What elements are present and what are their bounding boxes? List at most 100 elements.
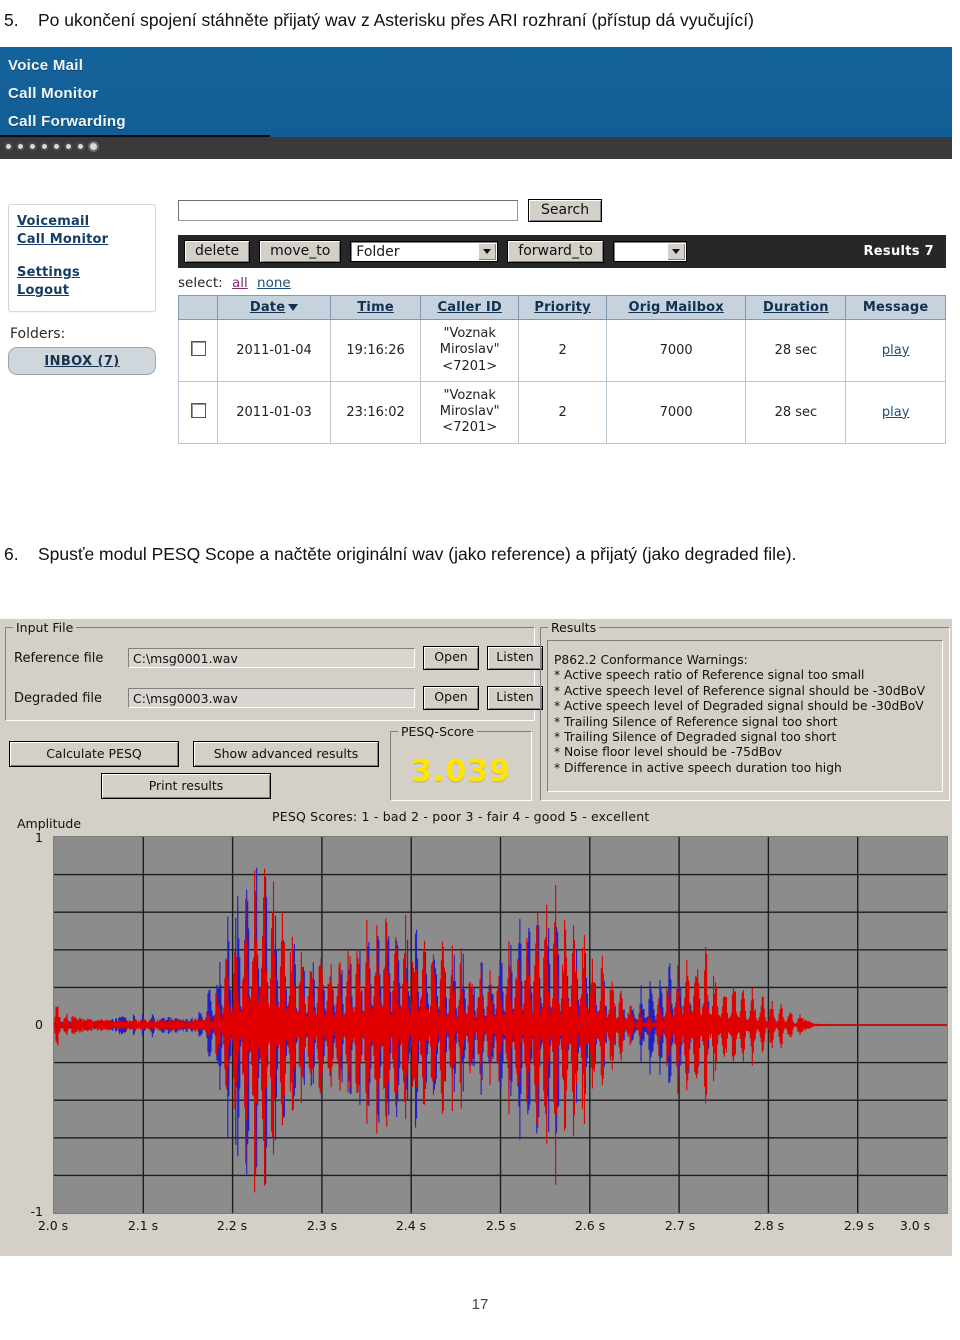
reference-file-input[interactable]: C:\msg0001.wav: [128, 648, 415, 668]
header-link-voice-mail[interactable]: Voice Mail: [8, 57, 83, 74]
column-header-checkbox: [178, 295, 218, 320]
cell-priority: 2: [518, 319, 607, 382]
results-caption: Results: [548, 620, 600, 635]
column-header-duration[interactable]: Duration: [745, 295, 847, 320]
row-checkbox[interactable]: [190, 402, 206, 418]
delete-button[interactable]: delete: [184, 240, 251, 263]
calculate-pesq-button[interactable]: Calculate PESQ: [9, 741, 179, 767]
forward-to-button[interactable]: forward_to: [507, 240, 604, 263]
cell-caller-id: "Voznak Miroslav" <7201>: [420, 319, 520, 382]
x-tick-2: 2.2 s: [216, 1218, 248, 1233]
chevron-down-icon[interactable]: [667, 243, 685, 260]
results-line: P862.2 Conformance Warnings:: [554, 653, 748, 667]
voicemail-header: Voice Mail Call Monitor Call Forwarding: [0, 47, 952, 138]
y-axis-label: Amplitude: [17, 816, 82, 831]
degraded-file-input[interactable]: C:\msg0003.wav: [128, 688, 415, 708]
select-none-link[interactable]: none: [257, 275, 291, 291]
degraded-open-button[interactable]: Open: [423, 686, 479, 710]
voicemail-sidebar: Voicemail Call Monitor Settings Logout F…: [8, 204, 156, 375]
pesq-scope-screenshot: Input File Reference file C:\msg0001.wav…: [0, 619, 952, 1256]
row-checkbox-cell[interactable]: [178, 319, 218, 382]
sidebar-item-logout[interactable]: Logout: [17, 283, 147, 298]
play-link[interactable]: play: [882, 405, 910, 420]
x-tick-7: 2.7 s: [664, 1218, 696, 1233]
cell-caller-id: "Voznak Miroslav" <7201>: [420, 380, 520, 444]
header-link-call-forwarding[interactable]: Call Forwarding: [8, 113, 126, 130]
results-line: * Active speech level of Degraded signal…: [554, 699, 924, 714]
reference-file-label: Reference file: [14, 650, 104, 666]
results-textbox[interactable]: P862.2 Conformance Warnings: * Active sp…: [547, 640, 943, 792]
sidebar-item-settings[interactable]: Settings: [17, 265, 147, 280]
cell-date: 2011-01-03: [216, 380, 332, 444]
column-header-time[interactable]: Time: [330, 295, 422, 320]
folder-item-inbox-label: INBOX (7): [44, 354, 120, 369]
print-results-button[interactable]: Print results: [101, 773, 271, 799]
dot-icon: [30, 144, 35, 149]
dot-icon: [78, 144, 83, 149]
cell-orig-mailbox: 7000: [605, 380, 747, 444]
table-row: 2011-01-03 23:16:02 "Voznak Miroslav" <7…: [178, 380, 946, 444]
degraded-file-label: Degraded file: [14, 690, 103, 706]
play-link[interactable]: play: [882, 343, 910, 358]
reference-listen-button[interactable]: Listen: [487, 646, 543, 670]
column-header-date[interactable]: Date: [216, 295, 332, 320]
pesq-score-caption: PESQ-Score: [398, 724, 478, 739]
show-advanced-results-button[interactable]: Show advanced results: [193, 741, 379, 767]
search-button[interactable]: Search: [528, 199, 603, 222]
sidebar-item-voicemail[interactable]: Voicemail: [17, 214, 147, 229]
waveform-plot: Amplitude 1 0 -1 2.0 s 2.1 s 2.2 s 2.3 s…: [5, 814, 948, 1252]
folder-item-inbox[interactable]: INBOX (7): [8, 347, 156, 375]
results-count: Results 7: [863, 244, 934, 259]
voicemail-dot-bar: [0, 137, 952, 159]
row-checkbox[interactable]: [190, 340, 206, 356]
x-tick-5: 2.5 s: [485, 1218, 517, 1233]
action-bar: delete move_to Folder forward_to Results…: [178, 235, 946, 268]
degraded-listen-button[interactable]: Listen: [487, 686, 543, 710]
sort-descending-icon: [288, 304, 299, 311]
header-link-call-monitor[interactable]: Call Monitor: [8, 85, 98, 102]
folder-select[interactable]: Folder: [350, 241, 499, 262]
folders-label: Folders:: [10, 326, 66, 342]
reference-open-button[interactable]: Open: [423, 646, 479, 670]
sidebar-link-card: Voicemail Call Monitor Settings Logout: [8, 204, 156, 312]
x-tick-10: 3.0 s: [899, 1218, 931, 1233]
degraded-file-row: Degraded file C:\msg0003.wav Open Listen: [14, 686, 543, 710]
input-file-group: Input File Reference file C:\msg0001.wav…: [5, 620, 543, 721]
row-checkbox-cell[interactable]: [178, 380, 218, 444]
cell-message[interactable]: play: [845, 319, 946, 382]
table-header-row: Date Time Caller ID Priority Orig Mailbo…: [178, 295, 946, 320]
cell-time: 19:16:26: [330, 319, 422, 382]
step-6-text: Spusťe modul PESQ Scope a načtěte origin…: [38, 544, 797, 564]
dot-icon: [42, 144, 47, 149]
chevron-down-icon[interactable]: [478, 243, 497, 260]
select-all-link[interactable]: all: [232, 275, 248, 291]
results-line: * Active speech ratio of Reference signa…: [554, 668, 865, 683]
sidebar-item-call-monitor[interactable]: Call Monitor: [17, 232, 147, 247]
x-tick-1: 2.1 s: [127, 1218, 159, 1233]
cell-orig-mailbox: 7000: [605, 319, 747, 382]
page-number: 17: [471, 1296, 489, 1313]
column-header-orig-mailbox[interactable]: Orig Mailbox: [605, 295, 747, 320]
x-tick-6: 2.6 s: [574, 1218, 606, 1233]
step-6-number: 6.: [4, 544, 19, 564]
reference-file-row: Reference file C:\msg0001.wav Open Liste…: [14, 646, 543, 670]
column-header-priority[interactable]: Priority: [518, 295, 607, 320]
forward-target-select[interactable]: [613, 241, 687, 262]
waveform-canvas[interactable]: [53, 836, 948, 1214]
table-row: 2011-01-04 19:16:26 "Voznak Miroslav" <7…: [178, 319, 946, 382]
cell-time: 23:16:02: [330, 380, 422, 444]
voicemail-main: Search delete move_to Folder forward_to …: [178, 199, 946, 444]
step-5-text: Po ukončení spojení stáhněte přijatý wav…: [38, 10, 754, 30]
cell-message[interactable]: play: [845, 380, 946, 444]
x-tick-8: 2.8 s: [753, 1218, 785, 1233]
results-line: * Trailing Silence of Reference signal t…: [554, 714, 838, 729]
move-to-button[interactable]: move_to: [259, 240, 342, 263]
column-header-message: Message: [845, 295, 946, 320]
search-input[interactable]: [178, 200, 518, 221]
x-tick-3: 2.3 s: [306, 1218, 338, 1233]
voicemail-screenshot: Voice Mail Call Monitor Call Forwarding …: [0, 47, 952, 492]
results-line: * Difference in active speech duration t…: [554, 760, 842, 775]
column-header-caller-id[interactable]: Caller ID: [420, 295, 520, 320]
y-tick-middle: 0: [35, 1017, 43, 1032]
